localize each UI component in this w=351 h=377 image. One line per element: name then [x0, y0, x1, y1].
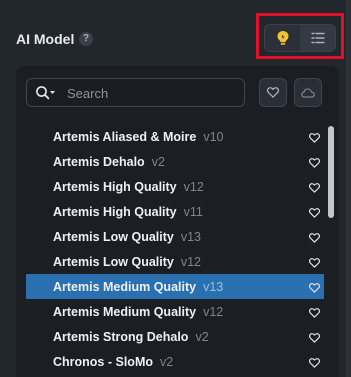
- model-version: v13: [203, 279, 224, 294]
- model-row[interactable]: Artemis Low Quality v13: [26, 224, 324, 249]
- heart-icon[interactable]: [308, 355, 321, 373]
- model-name: Artemis Medium Quality: [53, 304, 197, 319]
- heart-icon[interactable]: [308, 205, 321, 223]
- toggle-list-button[interactable]: [300, 25, 335, 51]
- model-version: v12: [203, 304, 224, 319]
- model-version: v10: [203, 129, 224, 144]
- model-version: v2: [160, 354, 174, 369]
- page-title: AI Model: [16, 31, 75, 47]
- favorites-filter-button[interactable]: [259, 78, 287, 107]
- heart-icon[interactable]: [308, 280, 321, 298]
- search-input[interactable]: [65, 79, 239, 108]
- model-name: Artemis Dehalo: [53, 154, 145, 169]
- heart-icon[interactable]: [308, 180, 321, 198]
- model-version: v12: [180, 254, 202, 269]
- heart-icon: [267, 87, 279, 98]
- heart-icon[interactable]: [308, 255, 321, 273]
- model-row[interactable]: Artemis Low Quality v12: [26, 249, 324, 274]
- model-name: Artemis Aliased & Moire: [53, 129, 197, 144]
- model-name: Artemis High Quality: [53, 179, 177, 194]
- model-name: Artemis Low Quality: [53, 254, 174, 269]
- model-name: Artemis Low Quality: [53, 229, 174, 244]
- list-settings-icon: [310, 32, 325, 44]
- heart-icon[interactable]: [308, 155, 321, 173]
- lightbulb-icon: [277, 31, 288, 45]
- model-version: v13: [180, 229, 202, 244]
- heart-icon[interactable]: [308, 130, 321, 148]
- model-row[interactable]: Artemis Medium Quality v12: [26, 299, 324, 324]
- model-version: v2: [195, 329, 209, 344]
- model-row[interactable]: Chronos - SloMo v2: [26, 349, 324, 374]
- window-edge: [346, 0, 351, 377]
- heart-icon[interactable]: [308, 305, 321, 323]
- model-name: Artemis Strong Dehalo: [53, 329, 189, 344]
- model-row[interactable]: Artemis Dehalo v2: [26, 149, 324, 174]
- heart-icon[interactable]: [308, 230, 321, 248]
- search-icon[interactable]: [35, 85, 57, 106]
- view-toggle[interactable]: [264, 24, 336, 52]
- cloud-icon: [301, 87, 315, 98]
- help-icon[interactable]: ?: [79, 32, 93, 46]
- scrollbar-thumb[interactable]: [328, 126, 334, 218]
- cloud-filter-button[interactable]: [294, 78, 322, 107]
- model-version: v11: [183, 204, 203, 219]
- model-name: Artemis Medium Quality: [53, 279, 197, 294]
- model-row[interactable]: Artemis Aliased & Moire v10: [26, 124, 324, 149]
- model-version: v2: [151, 154, 165, 169]
- toggle-bulb-button[interactable]: [265, 25, 300, 51]
- model-name: Chronos - SloMo: [53, 354, 153, 369]
- model-row[interactable]: Artemis High Quality v12: [26, 174, 324, 199]
- model-version: v12: [183, 179, 204, 194]
- model-list: Artemis Aliased & Moire v10 Artemis Dehalo…: [26, 124, 324, 374]
- list-scrollbar[interactable]: [328, 124, 334, 374]
- model-name: Artemis High Quality: [53, 204, 177, 219]
- model-row[interactable]: Artemis High Quality v11: [26, 199, 324, 224]
- model-row[interactable]: Artemis Medium Quality v13: [26, 274, 324, 299]
- model-row[interactable]: Artemis Strong Dehalo v2: [26, 324, 324, 349]
- search-box[interactable]: [26, 78, 245, 108]
- heart-icon[interactable]: [308, 330, 321, 348]
